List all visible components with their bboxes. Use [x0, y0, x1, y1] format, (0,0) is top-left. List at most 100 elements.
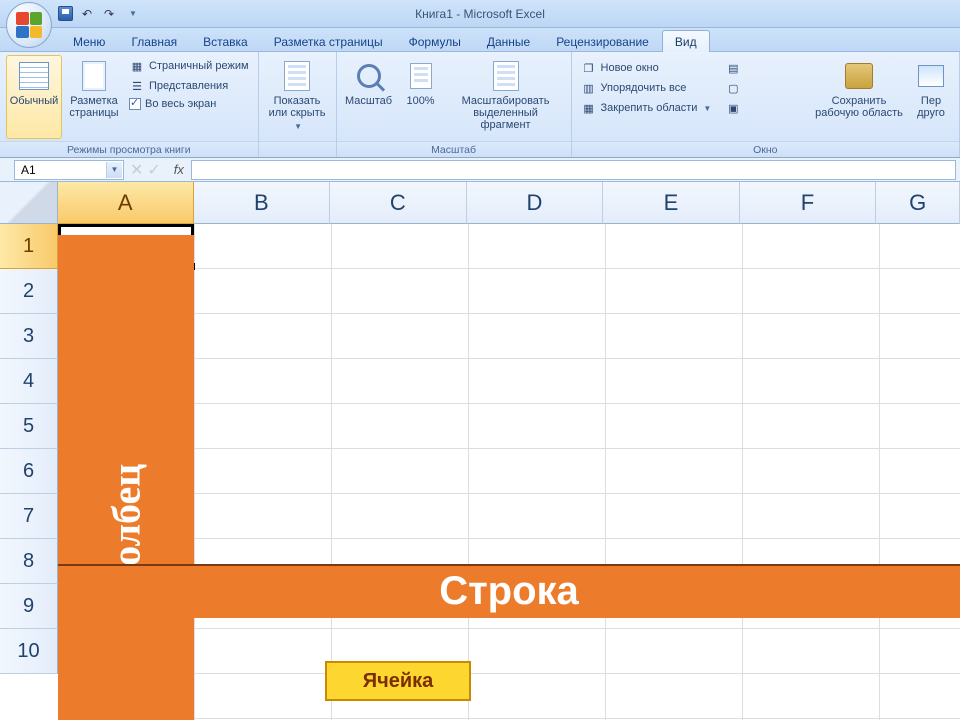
tab-view[interactable]: Вид	[662, 30, 710, 52]
group-zoom: Масштаб 100% Масштабировать выделенный ф…	[337, 52, 572, 157]
formula-bar: A1 ▼ ✕ ✓ fx	[0, 158, 960, 182]
zoom-100-button[interactable]: 100%	[399, 55, 443, 139]
row-header-4[interactable]: 4	[0, 359, 58, 404]
tab-review[interactable]: Рецензирование	[543, 30, 662, 52]
column-header-C[interactable]: C	[330, 182, 467, 224]
formula-buttons: ✕ ✓	[124, 160, 167, 180]
row-header-10[interactable]: 10	[0, 629, 58, 674]
annotation-row-label: Строка	[439, 569, 579, 614]
annotation-cell-label: Ячейка	[363, 670, 434, 693]
label: Обычный	[10, 95, 59, 107]
undo-button[interactable]: ↶	[79, 6, 95, 22]
label: Страничный режим	[149, 60, 249, 72]
save-icon[interactable]	[58, 6, 73, 21]
zoom-icon	[353, 60, 385, 92]
save-workspace-button[interactable]: Сохранить рабочую область	[813, 55, 905, 139]
view-normal-button[interactable]: Обычный	[6, 55, 62, 139]
custom-views-button[interactable]: ☰ Представления	[126, 77, 252, 95]
tab-menu[interactable]: Меню	[60, 30, 118, 52]
label: 100%	[406, 95, 434, 107]
label: Масштабировать выделенный фрагмент	[448, 95, 564, 131]
unhide-button[interactable]: ▣	[722, 99, 744, 117]
hide-button[interactable]: ▢	[722, 79, 744, 97]
checkbox-icon	[129, 98, 141, 110]
split-icon: ▤	[725, 60, 741, 76]
fx-icon[interactable]: fx	[167, 162, 191, 177]
normal-view-icon	[18, 60, 50, 92]
save-workspace-icon	[843, 60, 875, 92]
arrange-icon: ▥	[581, 80, 597, 96]
title-bar: ↶ ↷ ▼ Книга1 - Microsoft Excel	[0, 0, 960, 28]
enter-icon[interactable]: ✓	[147, 160, 160, 180]
row-header-8[interactable]: 8	[0, 539, 58, 584]
row-headers: 12345678910	[0, 224, 58, 674]
column-headers: ABCDEFG	[58, 182, 960, 224]
name-box[interactable]: A1 ▼	[14, 160, 124, 180]
view-page-layout-button[interactable]: Разметка страницы	[66, 55, 122, 139]
ribbon: Обычный Разметка страницы ▦ Страничный ре…	[0, 52, 960, 158]
page-break-icon: ▦	[129, 58, 145, 74]
switch-windows-icon	[915, 60, 947, 92]
name-box-dropdown-icon[interactable]: ▼	[106, 162, 122, 178]
zoom-button[interactable]: Масштаб	[343, 55, 395, 139]
arrange-all-button[interactable]: ▥Упорядочить все	[578, 79, 715, 97]
group-window: ❐Новое окно ▥Упорядочить все ▦ Закрепить …	[572, 52, 960, 157]
label: Закрепить области	[601, 102, 698, 114]
worksheet: ABCDEFG 12345678910 Столбец Строка Ячейк…	[0, 182, 960, 720]
office-button[interactable]	[6, 2, 52, 48]
ribbon-tabs: Меню Главная Вставка Разметка страницы Ф…	[0, 28, 960, 52]
page-break-preview-button[interactable]: ▦ Страничный режим	[126, 57, 252, 75]
label: Во весь экран	[145, 98, 216, 110]
new-window-button[interactable]: ❐Новое окно	[578, 59, 715, 77]
annotation-cell-overlay: Ячейка	[325, 661, 471, 701]
column-header-G[interactable]: G	[876, 182, 960, 224]
row-header-1[interactable]: 1	[0, 224, 58, 269]
row-header-7[interactable]: 7	[0, 494, 58, 539]
column-header-B[interactable]: B	[194, 182, 331, 224]
unhide-icon: ▣	[725, 100, 741, 116]
tab-formulas[interactable]: Формулы	[396, 30, 474, 52]
chevron-down-icon: ▼	[294, 122, 302, 131]
freeze-panes-button[interactable]: ▦ Закрепить области ▼	[578, 99, 715, 117]
column-header-E[interactable]: E	[603, 182, 740, 224]
show-hide-button[interactable]: Показать или скрыть ▼	[265, 55, 330, 139]
freeze-icon: ▦	[581, 100, 597, 116]
group-label: Режимы просмотра книги	[0, 141, 258, 157]
cancel-icon[interactable]: ✕	[130, 160, 143, 180]
row-header-9[interactable]: 9	[0, 584, 58, 629]
row-header-5[interactable]: 5	[0, 404, 58, 449]
chevron-down-icon: ▼	[703, 104, 711, 113]
hide-icon: ▢	[725, 80, 741, 96]
full-screen-button[interactable]: Во весь экран	[126, 97, 252, 111]
zoom-selection-icon	[490, 60, 522, 92]
page-layout-icon	[78, 60, 110, 92]
row-header-2[interactable]: 2	[0, 269, 58, 314]
group-label: Масштаб	[337, 141, 571, 157]
row-header-3[interactable]: 3	[0, 314, 58, 359]
tab-insert[interactable]: Вставка	[190, 30, 261, 52]
switch-windows-button[interactable]: Пер друго	[909, 55, 953, 139]
column-header-A[interactable]: A	[58, 182, 194, 224]
tab-home[interactable]: Главная	[118, 30, 190, 52]
qat-customize-icon[interactable]: ▼	[125, 6, 141, 22]
select-all-corner[interactable]	[0, 182, 58, 224]
column-header-D[interactable]: D	[467, 182, 604, 224]
quick-access-toolbar: ↶ ↷ ▼	[58, 6, 141, 22]
label: Пер друго	[917, 95, 945, 119]
formula-input[interactable]	[191, 160, 956, 180]
redo-button[interactable]: ↷	[101, 6, 117, 22]
label: Показать или скрыть	[269, 95, 326, 119]
split-button[interactable]: ▤	[722, 59, 744, 77]
label: Масштаб	[345, 95, 392, 107]
label: Новое окно	[601, 62, 659, 74]
column-header-F[interactable]: F	[740, 182, 877, 224]
custom-views-icon: ☰	[129, 78, 145, 94]
label: Представления	[149, 80, 228, 92]
group-workbook-views: Обычный Разметка страницы ▦ Страничный ре…	[0, 52, 259, 157]
zoom-selection-button[interactable]: Масштабировать выделенный фрагмент	[447, 55, 565, 139]
tab-page-layout[interactable]: Разметка страницы	[261, 30, 396, 52]
tab-data[interactable]: Данные	[474, 30, 543, 52]
window-title: Книга1 - Microsoft Excel	[0, 7, 960, 21]
row-header-6[interactable]: 6	[0, 449, 58, 494]
zoom-100-icon	[405, 60, 437, 92]
